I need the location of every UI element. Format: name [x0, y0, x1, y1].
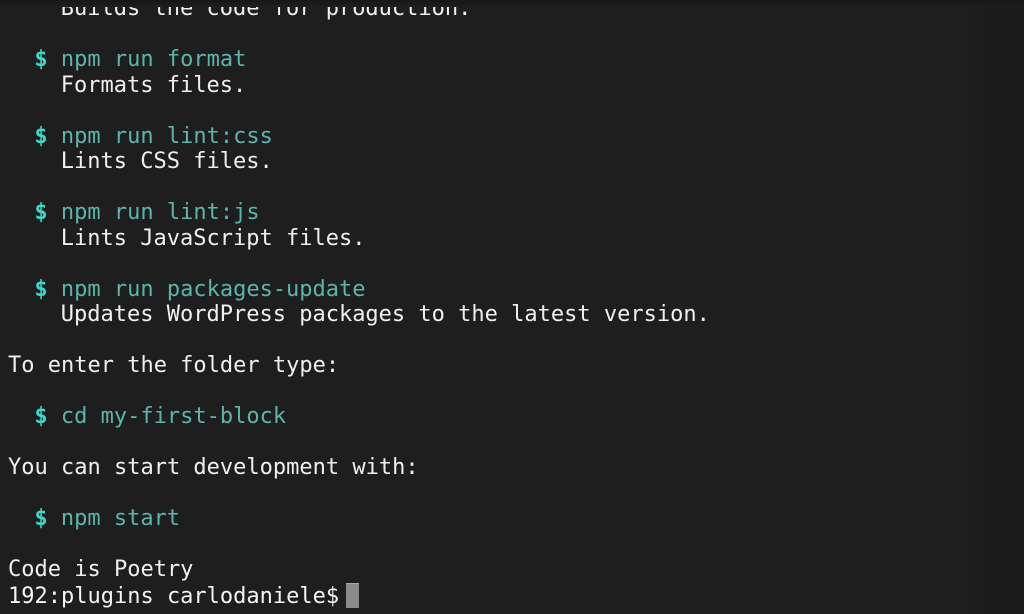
prompt-sigil-icon: $: [34, 47, 48, 72]
prompt-sigil-icon: $: [34, 123, 48, 149]
prompt-sigil-icon: $: [34, 276, 48, 302]
terminal-window[interactable]: Builds the code for production. $ npm ru…: [0, 0, 1024, 614]
output-line-format-description: Formats files.: [8, 73, 1024, 99]
command-text: npm run format: [60, 47, 247, 72]
command-text: npm run lint:css: [60, 123, 273, 149]
output-text: To enter the folder type:: [8, 353, 340, 378]
shell-prompt-text: 192:plugins carlodaniele$: [8, 583, 340, 609]
command-line-npm-run-lint-css: $ npm run lint:css: [8, 124, 1024, 150]
output-text: Lints JavaScript files.: [60, 225, 366, 251]
prompt-sigil-icon: $: [34, 506, 48, 531]
command-line-cd-my-first-block: $ cd my-first-block: [8, 404, 1024, 430]
output-line-enter-folder-heading: To enter the folder type:: [8, 353, 1024, 379]
prompt-sigil-icon: $: [34, 200, 48, 225]
output-text: Updates WordPress packages to the latest…: [60, 302, 710, 327]
output-line-build-description: Builds the code for production.: [8, 0, 1024, 22]
command-text: npm run lint:js: [60, 200, 260, 225]
command-line-npm-start: $ npm start: [8, 506, 1024, 532]
command-line-npm-run-packages-update: $ npm run packages-update: [8, 277, 1024, 303]
prompt-sigil-icon: $: [34, 404, 48, 429]
output-text: Lints CSS files.: [60, 149, 273, 174]
command-line-npm-run-lint-js: $ npm run lint:js: [8, 200, 1024, 226]
output-text: Builds the code for production.: [60, 0, 472, 21]
output-text: Code is Poetry: [8, 557, 194, 582]
output-line-signature: Code is Poetry: [8, 557, 1024, 583]
output-text: You can start development with:: [8, 455, 419, 480]
text-cursor: [345, 582, 359, 608]
output-line-packages-update-description: Updates WordPress packages to the latest…: [8, 302, 1024, 328]
terminal-output-area[interactable]: Builds the code for production. $ npm ru…: [0, 0, 1024, 609]
output-text: Formats files.: [60, 72, 247, 98]
command-text: npm run packages-update: [60, 276, 366, 302]
output-line-lint-js-description: Lints JavaScript files.: [8, 226, 1024, 252]
command-line-npm-run-format: $ npm run format: [8, 47, 1024, 73]
output-line-lint-css-description: Lints CSS files.: [8, 149, 1024, 175]
output-line-start-development-heading: You can start development with:: [8, 455, 1024, 481]
command-text: cd my-first-block: [60, 404, 287, 429]
command-text: npm start: [60, 506, 181, 531]
shell-prompt-line[interactable]: 192:plugins carlodaniele$: [8, 582, 1024, 609]
